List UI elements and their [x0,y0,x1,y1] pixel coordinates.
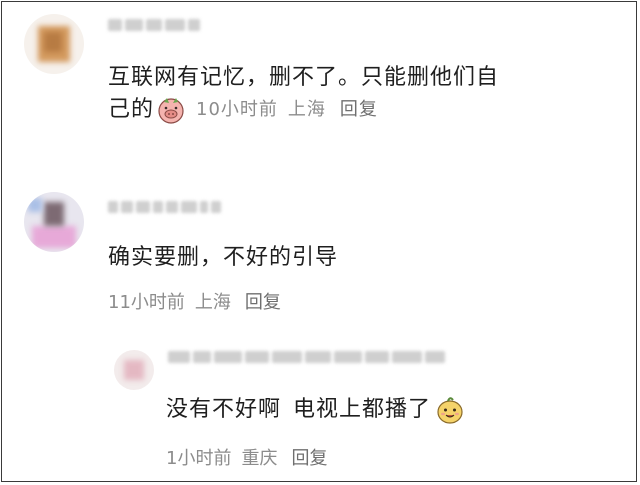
username-blurred[interactable] [108,198,221,216]
comment-meta: 11小时前 上海 回复 [108,288,281,314]
reply-button[interactable]: 回复 [291,444,327,470]
reply-location: 重庆 [241,448,278,469]
username-blurred[interactable] [168,348,445,366]
comment-list: 互联网有记忆，删不了。只能删他们自 己的 10小时前 上海 回复 确实要删，不好… [1,1,637,482]
comment-text-line: 互联网有记忆，删不了。只能删他们自 [108,65,500,90]
comment-text-line: 己的 [108,97,155,122]
reply-text: 没有不好啊 电视上都播了 [166,394,465,426]
reply-button[interactable]: 回复 [340,94,378,126]
reply-meta: 1小时前 重庆 回复 [166,444,327,470]
avatar[interactable] [24,14,84,74]
reply-text-part: 电视上都播了 [293,397,432,422]
comment-location: 上海 [194,292,231,313]
smiling-bean-emoji [437,397,463,424]
reply-time: 1小时前 [166,448,232,469]
comment-time: 10小时前 [196,99,278,120]
username-blurred[interactable] [108,16,200,34]
comment-time: 11小时前 [108,292,185,313]
avatar[interactable] [114,350,154,390]
pig-face-emoji [158,98,184,124]
comment-location: 上海 [287,99,326,120]
reply-button[interactable]: 回复 [245,288,281,314]
reply-text-part: 没有不好啊 [166,397,282,422]
comment-text: 互联网有记忆，删不了。只能删他们自 己的 10小时前 上海 回复 [108,62,618,126]
comment-meta: 10小时前 上海 回复 [196,94,378,126]
comment-text: 确实要删，不好的引导 [108,245,339,270]
avatar[interactable] [24,192,84,252]
